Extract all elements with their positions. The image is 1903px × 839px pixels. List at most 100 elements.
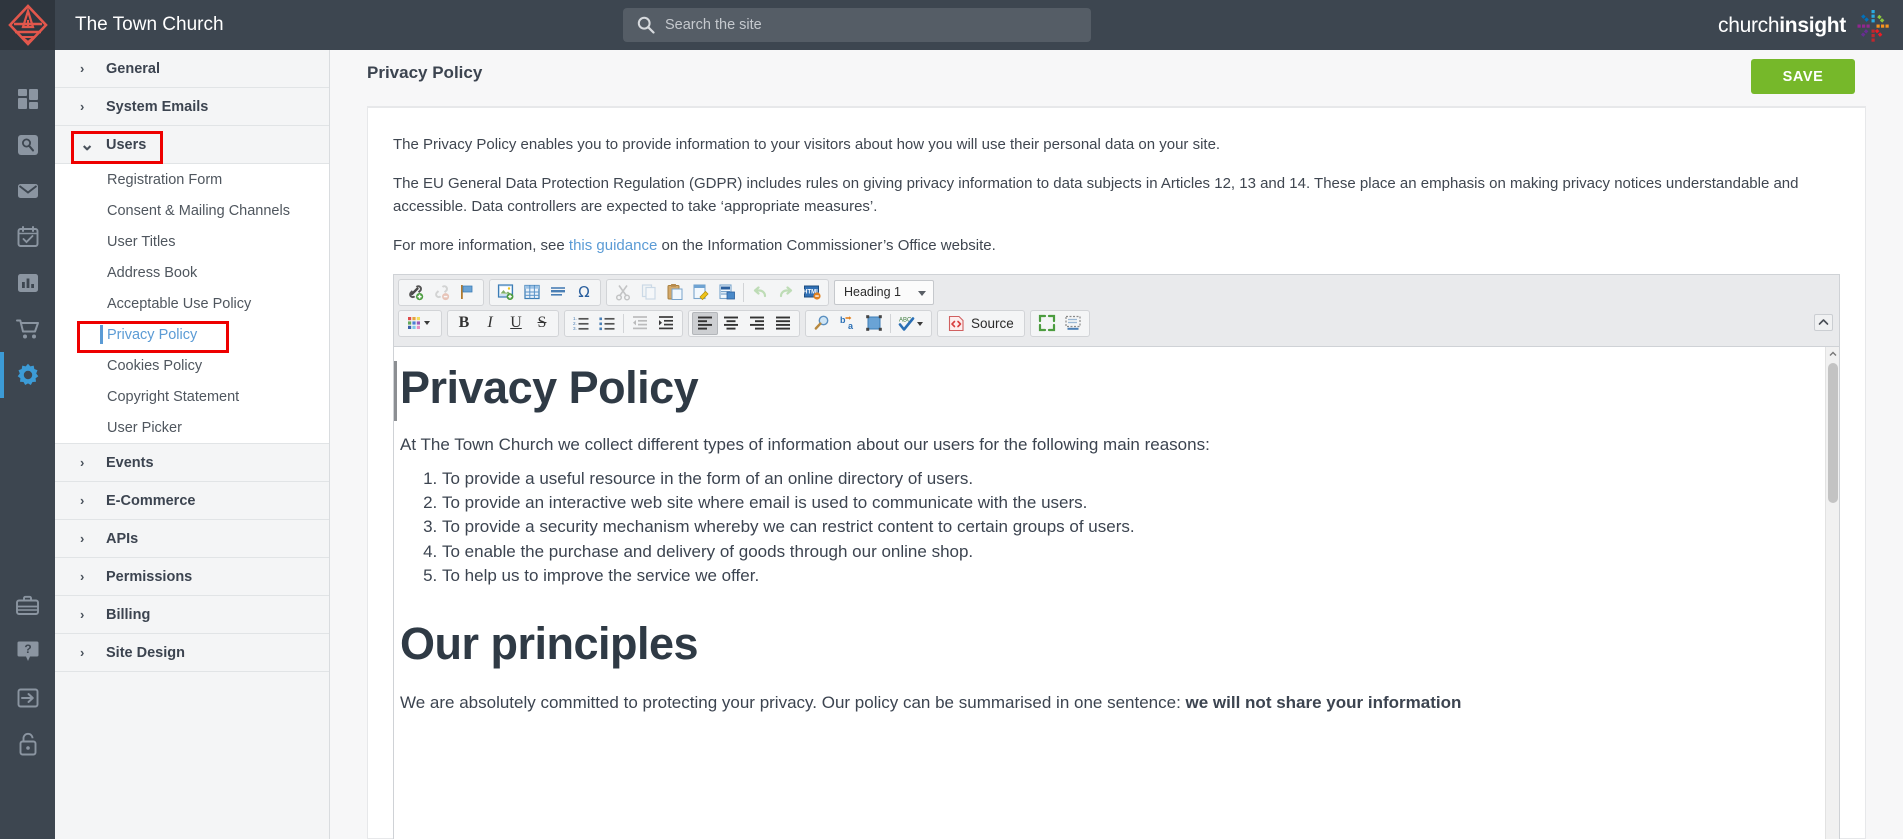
paste-from-word-icon[interactable] bbox=[714, 281, 740, 304]
svg-text:b: b bbox=[840, 315, 846, 325]
svg-text:Ω: Ω bbox=[578, 283, 589, 301]
nav-group-label: E-Commerce bbox=[106, 492, 196, 509]
nav-item-copyright-statement[interactable]: Copyright Statement bbox=[55, 381, 329, 412]
sidebar-item-search[interactable] bbox=[0, 122, 55, 168]
sidebar-item-statistics[interactable] bbox=[0, 260, 55, 306]
image-icon[interactable] bbox=[493, 281, 519, 304]
site-search[interactable] bbox=[623, 8, 1091, 42]
calendar-check-icon bbox=[17, 226, 38, 247]
nav-item-acceptable-use-policy[interactable]: Acceptable Use Policy bbox=[55, 288, 329, 319]
special-character-icon[interactable]: Ω bbox=[571, 281, 597, 304]
nav-group-apis[interactable]: › APIs bbox=[55, 520, 329, 558]
italic-icon[interactable]: I bbox=[477, 312, 503, 335]
app-title: The Town Church bbox=[75, 14, 224, 35]
nav-group-site-design[interactable]: › Site Design bbox=[55, 634, 329, 672]
church-diamond-logo-icon[interactable] bbox=[0, 0, 55, 50]
scroll-up-arrow-icon[interactable] bbox=[1826, 346, 1839, 361]
nav-group-permissions[interactable]: › Permissions bbox=[55, 558, 329, 596]
editor-scrollbar[interactable] bbox=[1825, 346, 1839, 839]
copy-icon[interactable] bbox=[636, 281, 662, 304]
nav-group-general[interactable]: › General bbox=[55, 50, 329, 88]
chevron-right-icon: › bbox=[80, 99, 85, 114]
sidebar-item-jobs[interactable] bbox=[0, 583, 55, 629]
strikethrough-icon[interactable]: S bbox=[529, 312, 555, 335]
sidebar-item-mail[interactable] bbox=[0, 168, 55, 214]
find-magnifier-icon[interactable] bbox=[809, 312, 835, 335]
sidebar-item-dashboard[interactable] bbox=[0, 76, 55, 122]
source-code-icon bbox=[948, 315, 964, 331]
shopping-cart-icon bbox=[15, 319, 39, 339]
horizontal-rule-icon[interactable] bbox=[545, 281, 571, 304]
nav-item-address-book[interactable]: Address Book bbox=[55, 257, 329, 288]
chevron-right-icon: › bbox=[80, 455, 85, 470]
unlink-icon[interactable] bbox=[428, 281, 454, 304]
nav-item-registration-form[interactable]: Registration Form bbox=[55, 164, 329, 195]
login-arrow-icon bbox=[17, 688, 38, 708]
outdent-icon[interactable] bbox=[627, 312, 653, 335]
nav-item-cookies-policy[interactable]: Cookies Policy bbox=[55, 350, 329, 381]
redo-icon[interactable] bbox=[773, 281, 799, 304]
churchinsight-brand: churchinsight bbox=[1718, 8, 1891, 44]
show-blocks-icon[interactable] bbox=[1060, 312, 1086, 335]
undo-icon[interactable] bbox=[747, 281, 773, 304]
nav-group-events[interactable]: › Events bbox=[55, 444, 329, 482]
nav-group-users[interactable]: ⌄ Users bbox=[55, 126, 329, 164]
save-button[interactable]: SAVE bbox=[1751, 59, 1855, 94]
editor-body[interactable]: Privacy Policy At The Town Church we col… bbox=[394, 346, 1839, 839]
bulleted-list-icon[interactable] bbox=[594, 312, 620, 335]
sidebar-item-shop[interactable] bbox=[0, 306, 55, 352]
align-right-icon[interactable] bbox=[744, 312, 770, 335]
link-icon[interactable] bbox=[402, 281, 428, 304]
document-reasons-list: To provide a useful resource in the form… bbox=[442, 467, 1809, 588]
table-icon[interactable] bbox=[519, 281, 545, 304]
bold-icon[interactable]: B bbox=[451, 312, 477, 335]
sidebar-item-logout[interactable] bbox=[0, 721, 55, 767]
nav-group-billing[interactable]: › Billing bbox=[55, 596, 329, 634]
embed-html-icon[interactable]: HTML bbox=[799, 281, 825, 304]
paragraph-format-value: Heading 1 bbox=[844, 285, 901, 300]
replace-icon[interactable]: b a bbox=[835, 312, 861, 335]
cut-scissors-icon[interactable] bbox=[610, 281, 636, 304]
sidebar-item-help[interactable]: ? bbox=[0, 629, 55, 675]
nav-item-consent-mailing-channels[interactable]: Consent & Mailing Channels bbox=[55, 195, 329, 226]
align-center-icon[interactable] bbox=[718, 312, 744, 335]
numbered-list-icon[interactable]: 1. 2. 3. bbox=[568, 312, 594, 335]
nav-item-user-picker[interactable]: User Picker bbox=[55, 412, 329, 443]
toolbar-group-source: Source bbox=[937, 309, 1025, 337]
editor-content[interactable]: Privacy Policy At The Town Church we col… bbox=[394, 347, 1839, 839]
maximize-icon[interactable] bbox=[1034, 312, 1060, 335]
anchor-flag-icon[interactable] bbox=[454, 281, 480, 304]
nav-item-label: Copyright Statement bbox=[107, 388, 240, 405]
underline-icon[interactable]: U bbox=[503, 312, 529, 335]
nav-item-label: User Titles bbox=[107, 233, 176, 250]
guidance-link[interactable]: this guidance bbox=[569, 237, 657, 254]
indent-icon[interactable] bbox=[653, 312, 679, 335]
sidebar-item-login[interactable] bbox=[0, 675, 55, 721]
nav-group-system-emails[interactable]: › System Emails bbox=[55, 88, 329, 126]
main-content: Privacy Policy SAVE The Privacy Policy e… bbox=[330, 50, 1903, 839]
nav-item-user-titles[interactable]: User Titles bbox=[55, 226, 329, 257]
sidebar-item-settings[interactable] bbox=[0, 352, 55, 398]
document-closing-paragraph: We are absolutely committed to protectin… bbox=[400, 691, 1809, 715]
scrollbar-thumb[interactable] bbox=[1828, 362, 1838, 503]
text-color-icon[interactable] bbox=[402, 312, 438, 335]
align-left-icon[interactable] bbox=[692, 311, 718, 335]
spellcheck-icon[interactable]: ABC bbox=[894, 312, 928, 335]
intro-p3-after: on the Information Commissioner’s Office… bbox=[657, 236, 996, 254]
sidebar-item-calendar[interactable] bbox=[0, 214, 55, 260]
source-button-label: Source bbox=[971, 315, 1014, 331]
nav-item-privacy-policy[interactable]: Privacy Policy bbox=[55, 319, 329, 350]
justify-icon[interactable] bbox=[770, 312, 796, 335]
paragraph-format-select[interactable]: Heading 1 bbox=[834, 279, 934, 305]
select-all-icon[interactable] bbox=[861, 312, 887, 335]
collapse-toolbar-icon[interactable] bbox=[1814, 313, 1833, 331]
search-icon bbox=[17, 135, 38, 155]
search-input[interactable] bbox=[623, 8, 1091, 42]
nav-group-ecommerce[interactable]: › E-Commerce bbox=[55, 482, 329, 520]
chevron-down-icon: ⌄ bbox=[80, 134, 95, 154]
paste-icon[interactable] bbox=[662, 281, 688, 304]
source-button[interactable]: Source bbox=[941, 312, 1021, 335]
list-item: To provide a useful resource in the form… bbox=[442, 467, 1809, 491]
paste-as-plain-text-icon[interactable] bbox=[688, 281, 714, 304]
intro-text: The Privacy Policy enables you to provid… bbox=[368, 108, 1865, 258]
